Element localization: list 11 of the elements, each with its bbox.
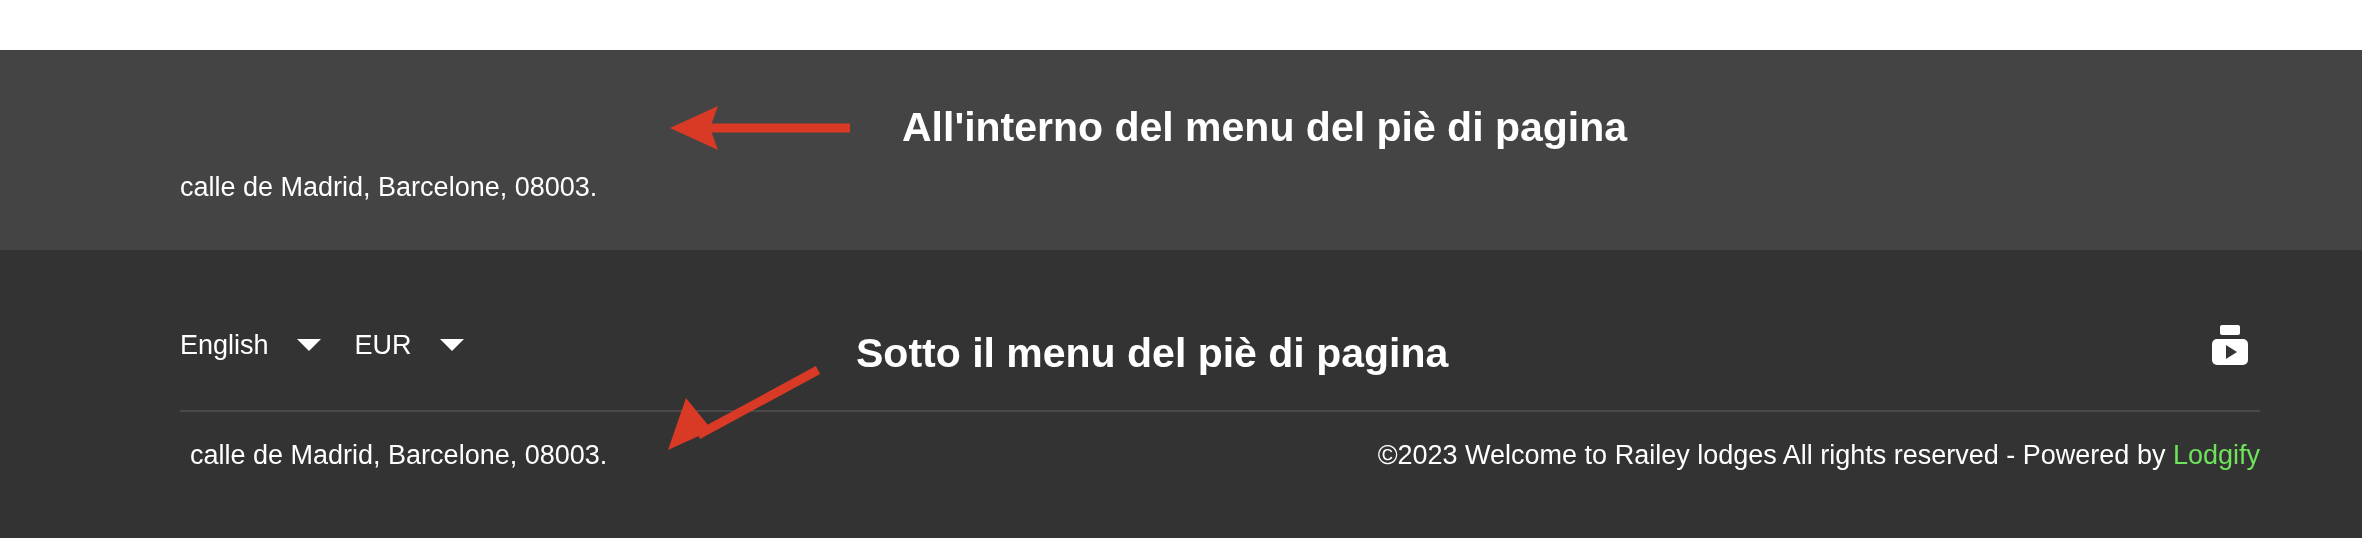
address-text: calle de Madrid, Barcelone, 08003.	[180, 172, 598, 203]
lodgify-link[interactable]: Lodgify	[2172, 440, 2260, 470]
address-text: calle de Madrid, Barcelone, 08003.	[190, 440, 608, 471]
currency-dropdown[interactable]: EUR	[354, 329, 464, 361]
language-dropdown[interactable]: English	[180, 329, 321, 361]
annotation-text: All'interno del menu del piè di pagina	[902, 104, 1628, 151]
video-play-icon[interactable]	[2212, 325, 2248, 365]
annotation-text: Sotto il menu del piè di pagina	[856, 330, 1449, 377]
copyright-text: ©2023 Welcome to Railey lodges All rights reserved - Powered by	[1377, 440, 2166, 470]
caret-icon	[439, 339, 464, 351]
caret-icon	[296, 339, 321, 351]
